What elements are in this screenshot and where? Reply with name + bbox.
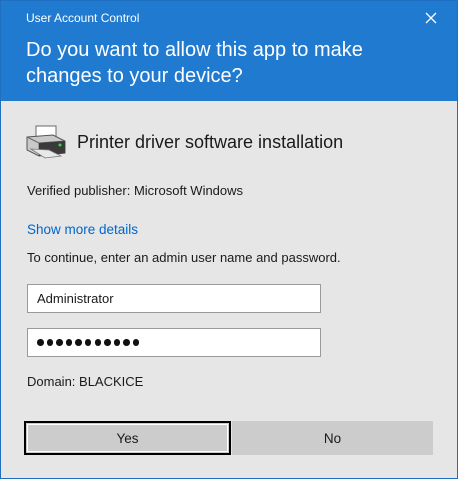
dialog-question: Do you want to allow this app to make ch… — [26, 39, 363, 87]
password-field[interactable] — [27, 328, 321, 357]
close-button[interactable] — [413, 5, 449, 31]
no-button[interactable]: No — [232, 421, 433, 455]
username-field[interactable]: Administrator — [27, 284, 321, 313]
yes-button[interactable]: Yes — [24, 421, 231, 455]
password-dot — [113, 339, 121, 346]
password-dot — [56, 339, 63, 346]
app-name: Printer driver software installation — [77, 131, 344, 152]
credentials-instruction: To continue, enter an admin user name an… — [27, 250, 341, 265]
password-dot — [132, 339, 140, 346]
focus-ring — [27, 424, 228, 452]
show-more-details-link[interactable]: Show more details — [27, 222, 138, 237]
password-dot — [46, 339, 54, 346]
no-button-label: No — [323, 430, 342, 446]
domain-label: Domain: BLACKICE — [27, 374, 144, 389]
window-title: User Account Control — [26, 11, 140, 25]
password-dot — [37, 339, 44, 346]
password-dot — [84, 339, 92, 346]
password-dot — [65, 339, 73, 346]
close-icon — [425, 12, 437, 24]
password-mask — [37, 339, 140, 346]
password-dot — [94, 339, 102, 346]
printer-icon — [23, 123, 69, 161]
password-dot — [75, 339, 82, 346]
dialog-header: User Account Control Do you want to allo… — [1, 1, 457, 101]
app-info: Printer driver software installation — [23, 123, 343, 161]
password-dot — [104, 339, 111, 346]
password-dot — [123, 339, 130, 346]
username-value: Administrator — [37, 291, 114, 306]
uac-dialog: User Account Control Do you want to allo… — [0, 0, 458, 479]
publisher-label: Verified publisher: Microsoft Windows — [27, 183, 244, 198]
